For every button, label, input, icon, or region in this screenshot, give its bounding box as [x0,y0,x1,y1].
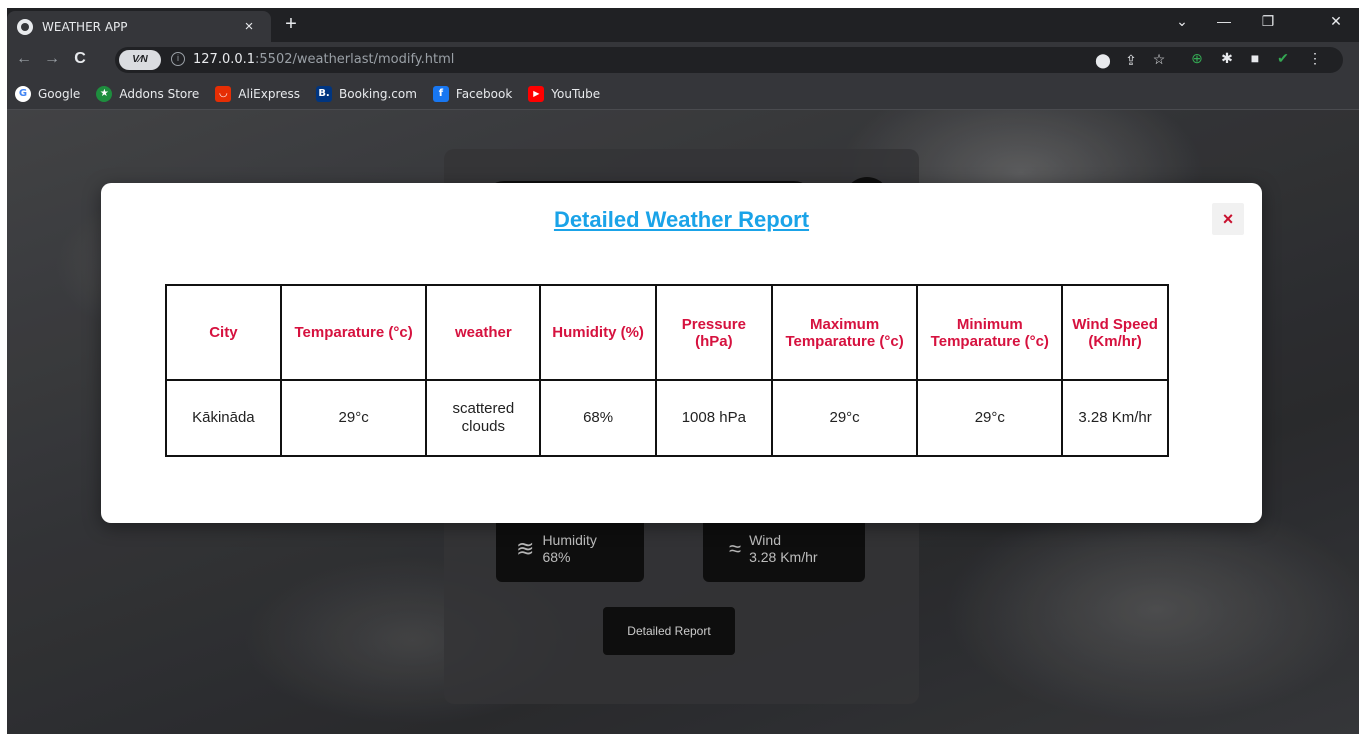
url-text[interactable]: 127.0.0.1:5502/weatherlast/modify.html [193,52,454,67]
url-path: :5502/weatherlast/modify.html [255,52,455,67]
back-arrow-icon[interactable]: ← [13,50,35,68]
table-cell: 68% [539,379,657,457]
close-window-button[interactable]: ✕ [1321,13,1351,30]
bookmark-facebook[interactable]: f Facebook [432,85,513,102]
tab-title: WEATHER APP [42,19,128,34]
bookmark-label: Google [38,86,81,101]
table-cell: Kākināda [165,379,282,457]
column-header: weather [425,284,542,381]
bookmark-label: Facebook [455,86,513,101]
google-icon: G [15,85,31,102]
bookmark-star-icon[interactable]: ☆ [1149,51,1169,68]
column-header: Pressure (hPa) [654,284,773,381]
info-icon[interactable]: i [171,52,185,66]
table-cell: 29°c [770,379,919,457]
facebook-icon: f [432,85,449,102]
bookmark-label: Addons Store [119,86,200,101]
tab-close-button[interactable]: × [239,18,259,35]
bookmark-booking[interactable]: B. Booking.com [316,85,417,102]
puzzle-extensions-icon[interactable]: ✱ [1217,50,1237,67]
booking-icon: B. [316,85,333,102]
column-header: Temparature (°c) [279,284,428,381]
bookmark-label: Booking.com [339,86,417,101]
detailed-report-modal: Detailed Weather Report × City Temparatu… [101,183,1262,523]
new-tab-button[interactable]: + [279,13,303,36]
modal-close-button[interactable]: × [1212,203,1244,235]
vpn-extension-icon[interactable]: V⁄N [119,50,161,70]
restore-button[interactable]: ❐ [1253,13,1283,30]
page-viewport: ≋ Humidity 68% ≈ Wind 3.28 Km/hr Detaile… [7,110,1359,734]
table-header-row: City Temparature (°c) weather Humidity (… [165,284,1169,381]
share-icon[interactable]: ⇪ [1121,52,1141,69]
side-panel-icon[interactable]: ■ [1245,50,1265,66]
column-header: Humidity (%) [539,284,657,381]
bookmark-youtube[interactable]: ▶ YouTube [528,85,601,102]
weather-report-table: City Temparature (°c) weather Humidity (… [165,284,1169,457]
url-host: 127.0.0.1 [193,52,256,67]
shield-extension-icon[interactable]: ✔ [1273,50,1293,67]
youtube-icon: ▶ [528,85,545,102]
reload-icon[interactable]: C [69,50,91,68]
address-bar[interactable]: V⁄N i 127.0.0.1:5502/weatherlast/modify.… [115,47,1343,73]
bookmark-label: AliExpress [238,86,301,101]
browser-tab[interactable]: WEATHER APP × [7,11,271,42]
column-header: Maximum Temparature (°c) [770,284,919,381]
kebab-menu-icon[interactable]: ⋮ [1305,50,1325,67]
bookmark-label: YouTube [551,86,601,101]
globe-icon [17,18,33,35]
tab-strip: WEATHER APP × + ⌄ — ❐ ✕ [7,8,1359,42]
column-header: Wind Speed (Km/hr) [1061,284,1169,381]
column-header: City [165,284,282,381]
modal-title: Detailed Weather Report [553,207,810,232]
table-cell: 29°c [279,379,428,457]
bookmarks-bar: G Google ★ Addons Store ◡ AliExpress B. … [7,78,1359,110]
addons-store-icon: ★ [96,85,113,102]
column-header: Minimum Temparature (°c) [916,284,1064,381]
table-cell: 3.28 Km/hr [1061,379,1169,457]
location-pin-icon[interactable]: ⬤ [1093,52,1113,69]
bookmark-google[interactable]: G Google [15,85,81,102]
browser-toolbar: ← → C V⁄N i 127.0.0.1:5502/weatherlast/m… [7,42,1359,78]
table-cell: 1008 hPa [654,379,773,457]
aliexpress-icon: ◡ [215,85,232,102]
lock-extension-icon[interactable]: ⊕ [1187,50,1207,67]
minimize-button[interactable]: — [1209,13,1239,29]
table-cell: scattered clouds [425,379,542,457]
bookmark-aliexpress[interactable]: ◡ AliExpress [215,85,301,102]
bookmark-addons-store[interactable]: ★ Addons Store [96,85,200,102]
table-cell: 29°c [916,379,1064,457]
browser-window: WEATHER APP × + ⌄ — ❐ ✕ ← → C V⁄N i 127.… [7,8,1359,734]
table-row: Kākināda 29°c scattered clouds 68% 1008 … [165,379,1169,457]
tab-search-icon[interactable]: ⌄ [1167,13,1197,30]
forward-arrow-icon[interactable]: → [41,50,63,68]
